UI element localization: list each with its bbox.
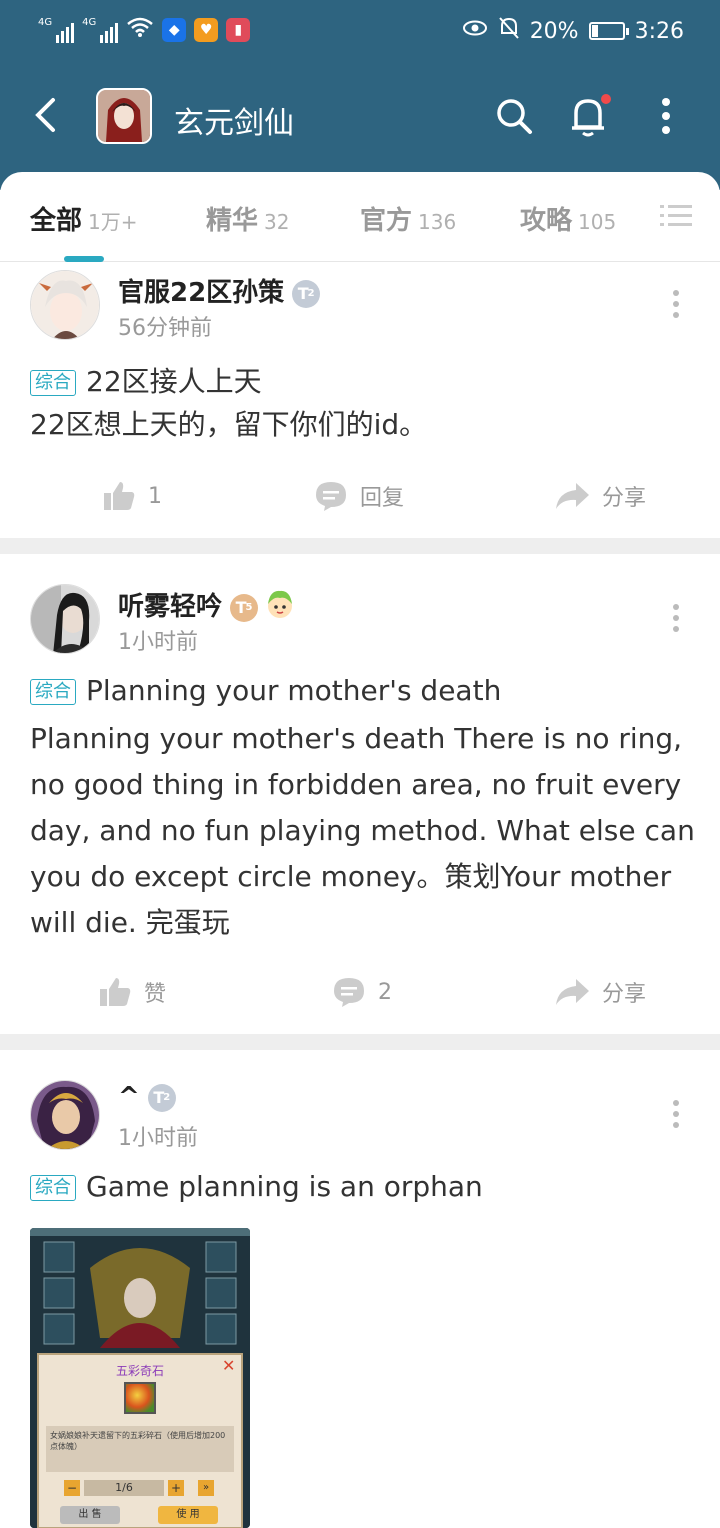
book-app-icon: ▮ [226, 18, 251, 42]
item-description: 女娲娘娘补天遗留下的五彩碎石（使用后增加200点体魄） [46, 1426, 234, 1472]
avatar[interactable] [30, 584, 100, 654]
post-more-button[interactable] [664, 284, 688, 324]
mute-bell-icon [498, 16, 520, 46]
post-more-button[interactable] [664, 598, 688, 638]
gem-icon [124, 1382, 156, 1414]
post-title[interactable]: 综合 Planning your mother's death [30, 674, 501, 707]
post-more-button[interactable] [664, 1094, 688, 1134]
post-item[interactable]: 官服22区孙策 T 2 56分钟前 综合 22区接人上天 22区想上天的，留下你们的i… [0, 262, 720, 538]
like-button[interactable]: 赞 [98, 976, 166, 1008]
item-name: 五彩奇石 [115, 1364, 164, 1378]
level-badge: T5 [230, 593, 259, 622]
post-body[interactable]: Planning your mother's death There is no… [30, 716, 700, 946]
search-icon [497, 99, 532, 134]
search-button[interactable] [492, 92, 536, 140]
tab-guides[interactable]: 攻略 105 [520, 200, 616, 237]
post-title[interactable]: 综合 Game planning is an orphan [30, 1170, 483, 1203]
thumbs-up-icon [100, 978, 131, 1006]
post-time: 1小时前 [118, 1126, 198, 1151]
notification-button[interactable] [568, 92, 612, 140]
top-bar: 4G 4G ◆ ♥ ▮ 20% 3:26 玄元剑仙 [0, 0, 720, 190]
character-emblem-icon [264, 588, 296, 627]
tab-official[interactable]: 官方 136 [360, 200, 456, 237]
increase-button[interactable]: + [168, 1480, 184, 1496]
app-header: 玄元剑仙 [0, 70, 720, 162]
username[interactable]: 官服22区孙策 T 2 [118, 272, 321, 309]
post-image[interactable]: . 五彩奇石 ✕ 女娲娘娘补天遗留下的五彩碎石（使用后增加200点体魄） − 1… [30, 1228, 250, 1528]
eye-icon [462, 18, 488, 44]
username[interactable]: ^ T 2 [118, 1082, 176, 1112]
comment-button[interactable]: 2 [332, 976, 392, 1008]
category-tag: 综合 [30, 370, 76, 396]
level-badge: T2 [292, 279, 321, 308]
post-time: 1小时前 [118, 630, 198, 655]
tab-featured[interactable]: 精华 32 [206, 200, 289, 237]
share-button[interactable]: 分享 [554, 480, 646, 512]
like-button[interactable]: 1 [102, 480, 162, 512]
more-menu-button[interactable] [644, 92, 688, 140]
use-button[interactable]: 使 用 [158, 1506, 218, 1524]
category-tag: 综合 [30, 1175, 76, 1201]
status-bar: 4G 4G ◆ ♥ ▮ 20% 3:26 [0, 0, 720, 62]
share-icon [556, 483, 589, 509]
decrease-button[interactable]: − [64, 1480, 80, 1496]
battery-icon [588, 22, 629, 40]
tab-bar: 全部 1万+ 精华 32 官方 136 攻略 105 [0, 172, 720, 262]
battery-percent: 20% [529, 18, 579, 44]
share-icon [556, 979, 589, 1005]
post-title[interactable]: 综合 22区接人上天 [30, 360, 262, 400]
share-button[interactable]: 分享 [554, 976, 646, 1008]
divider [0, 538, 720, 554]
close-icon[interactable]: ✕ [222, 1356, 235, 1375]
signal-icon: 4G [38, 17, 75, 43]
thumbs-up-icon [104, 482, 135, 510]
tab-all[interactable]: 全部 1万+ [30, 200, 138, 237]
back-button[interactable] [28, 94, 62, 136]
avatar[interactable] [30, 1080, 100, 1150]
post-item[interactable]: 听雾轻吟 T 5 1小时前 综合 Planning your mother's dea… [0, 554, 720, 1034]
post-time: 56分钟前 [118, 316, 212, 341]
comment-button[interactable]: 回复 [314, 480, 404, 512]
comment-icon [316, 482, 346, 511]
sell-button[interactable]: 出 售 [60, 1506, 120, 1524]
list-icon [660, 205, 692, 226]
shield-app-icon: ◆ [162, 18, 187, 42]
post-body[interactable]: 22区想上天的，留下你们的id。 [30, 402, 700, 448]
clock: 3:26 [634, 18, 684, 44]
heart-app-icon: ♥ [194, 18, 219, 42]
comment-icon [334, 978, 364, 1007]
quantity-field[interactable]: 1/6 [84, 1480, 164, 1496]
level-badge: T2 [147, 1083, 176, 1112]
avatar[interactable] [30, 270, 100, 340]
wifi-icon [126, 16, 154, 44]
post-item[interactable]: ^T2 1小时前 综合Game planning is an orphan . … [0, 1050, 720, 1528]
game-icon[interactable] [96, 88, 152, 144]
divider [0, 1034, 720, 1050]
category-tag: 综合 [30, 679, 76, 705]
more-vertical-icon [662, 98, 670, 134]
bell-icon [572, 94, 611, 137]
max-button[interactable]: » [198, 1480, 214, 1496]
signal-icon: 4G [82, 17, 119, 43]
tab-list-button[interactable] [660, 202, 692, 230]
username[interactable]: 听雾轻吟 T 5 [118, 586, 296, 627]
chevron-left-icon [35, 98, 55, 132]
page-title: 玄元剑仙 [174, 106, 294, 141]
